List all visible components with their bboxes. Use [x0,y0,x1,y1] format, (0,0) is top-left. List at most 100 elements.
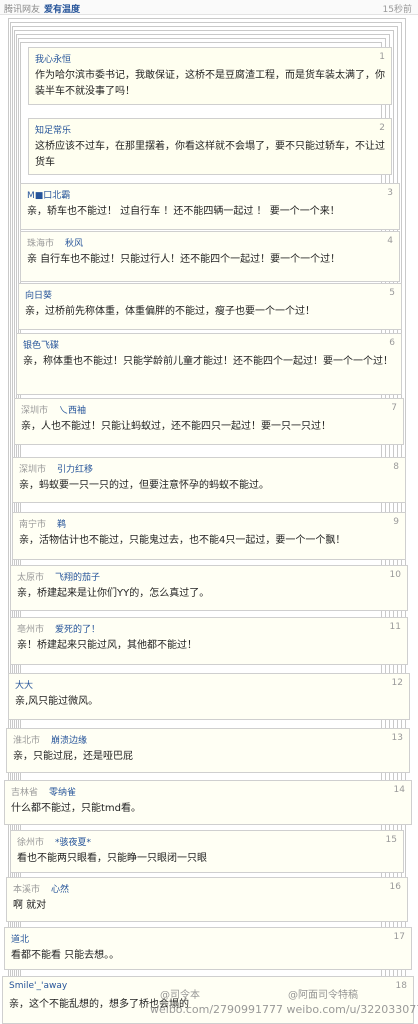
comment-card: 我心永恒 1 作为哈尔滨市委书记，我敢保证，这桥不是豆腐渣工程，而是货车装太满了，你… [28,47,392,105]
comment-username-link[interactable]: 心然 [51,882,69,895]
nested-comment-thread: 我心永恒 1 作为哈尔滨市委书记，我敢保证，这桥不是豆腐渣工程，而是货车装太满了，你… [0,0,418,1024]
comment-username-link[interactable]: 飞翔的茄子 [55,570,100,583]
comment-location: 本溪市 [13,885,41,895]
watermark-url: weibo.com/2790991777 weibo.com/u/3220330… [150,1003,418,1016]
comment-header: 珠海市 秋风 4 [21,232,399,250]
comment-username-link[interactable]: 零纳雀 [49,785,76,798]
comment-username-link[interactable]: 引力红移 [57,462,93,475]
comment-username-link[interactable]: 鹈 [57,517,66,530]
comment-text: 看都不能看 只能去想。。 [11,950,120,961]
comment-location: 淮北市 [13,736,41,746]
comment-username-link[interactable]: M■口北霸 [27,188,70,201]
comment-text: 亲，蚂蚁要一只一只的过，但要注意怀孕的蚂蚁不能过。 [19,480,269,491]
comment-header: 向日葵 5 [19,284,401,302]
floor-number: 18 [395,981,407,991]
comment-header: 知足常乐 2 [29,119,391,137]
comment-text: 亲！桥建起来只能过风，其他都不能过！ [17,640,197,651]
comment-text: 什么都不能过，只能tmd看。 [11,803,142,814]
comment-text: 亲，轿车也不能过！ 过自行车 ！还不能四辆一起过 ！ 要一个一个来！ [27,206,340,217]
comment-location: 亳州市 [17,625,45,635]
comment-username-link[interactable]: 崩溃边缘 [51,733,87,746]
comment-location: 南宁市 [19,520,47,530]
comment-header: 我心永恒 1 [29,48,391,66]
floor-number: 10 [389,570,401,580]
comment-header: 太原市 飞翔的茄子 10 [11,566,407,584]
floor-number: 14 [393,785,405,795]
comment-location: 珠海市 [27,239,55,249]
comment-location: 深圳市 [21,406,49,416]
comment-text: 看也不能两只眼看，只能睁一只眼闭一只眼 [17,853,207,864]
watermark-right: @阿面司令特稿 [288,990,358,1001]
comment-header: 亳州市 爱死的了！ 11 [11,618,407,636]
comment-username-link[interactable]: 道北 [11,932,29,945]
floor-number: 7 [391,403,397,413]
comment-text: 作为哈尔滨市委书记，我敢保证，这桥不是豆腐渣工程，而是货车装太满了，你装半车不就… [35,70,385,97]
floor-number: 1 [379,52,385,62]
comment-card: 银色飞碟 6 亲，称体重也不能过！只能学龄前儿童才能过！还不能四个一起过！要一个一个… [16,333,402,395]
comment-header: 道北 17 [5,928,411,946]
comment-username-link[interactable]: Smile'_'away [9,981,67,991]
comment-username-link[interactable]: 向日葵 [25,288,52,301]
comment-username-link[interactable]: 知足常乐 [35,123,71,136]
comment-card: 深圳市 乀西袖 7 亲，人也不能过！只能让蚂蚁过，还不能四只一起过！要一只一只过！ [14,398,404,445]
comment-header: 本溪市 心然 16 [7,878,407,896]
comment-text: 亲，过桥前先称体重，体重偏胖的不能过，瘦子也要一个一个过！ [25,306,315,317]
comment-card: 本溪市 心然 16 啊 就对 [6,877,408,922]
comment-header: 大大 12 [9,674,409,692]
comment-location: 深圳市 [19,465,47,475]
comment-location: 太原市 [17,573,45,583]
floor-number: 9 [393,517,399,527]
comment-card: 亳州市 爱死的了！ 11 亲！桥建起来只能过风，其他都不能过！ [10,617,408,665]
floor-number: 3 [387,188,393,198]
comment-card: 向日葵 5 亲，过桥前先称体重，体重偏胖的不能过，瘦子也要一个一个过！ [18,283,402,330]
floor-number: 13 [391,733,403,743]
comment-text: 亲，人也不能过！只能让蚂蚁过，还不能四只一起过！要一只一只过！ [21,421,331,432]
floor-number: 5 [389,288,395,298]
comment-text: 啊 就对 [13,900,47,911]
comment-username-link[interactable]: 乀西袖 [59,403,86,416]
comment-card: 大大 12 亲,风只能过微风。 [8,673,410,720]
floor-number: 17 [393,932,405,942]
comment-text: 亲，称体重也不能过！只能学龄前儿童才能过！还不能四个一起过！要一个一个过！ [23,356,393,367]
comment-text: 亲，活物估计也不能过，只能鬼过去，也不能4只一起过，要一个一个飘！ [19,535,346,546]
comment-header: 南宁市鹈 9 [13,513,405,531]
floor-number: 6 [389,338,395,348]
comment-card: M■口北霸 3 亲，轿车也不能过！ 过自行车 ！还不能四辆一起过 ！ 要一个一个来！ [20,183,400,230]
comment-username-link[interactable]: 大大 [15,678,33,691]
comment-username-link[interactable]: 我心永恒 [35,52,71,65]
comment-card: 吉林省 零纳雀 14 什么都不能过，只能tmd看。 [4,780,412,825]
comment-header: 银色飞碟 6 [17,334,401,352]
comment-text: 这桥应该不过车，在那里摆着，你看这样就不会塌了，要不只能过轿车，不让过货车 [35,141,385,168]
comment-card: 徐州市 *骇夜夏* 15 看也不能两只眼看，只能睁一只眼闭一只眼 [10,830,404,873]
watermark-left: @司令本 [160,990,200,1001]
floor-number: 11 [389,622,401,632]
comment-card: 知足常乐 2 这桥应该不过车，在那里摆着，你看这样就不会塌了，要不只能过轿车，不让过… [28,118,392,175]
comment-location: 徐州市 [17,838,45,848]
comment-card: 道北 17 看都不能看 只能去想。。 [4,927,412,970]
comment-header: 深圳市 引力红移 8 [13,458,405,476]
comment-header: M■口北霸 3 [21,184,399,202]
comment-card: 深圳市 引力红移 8 亲，蚂蚁要一只一只的过，但要注意怀孕的蚂蚁不能过。 [12,457,406,503]
comment-header: 淮北市 崩溃边缘 13 [7,729,409,747]
comment-username-link[interactable]: 秋风 [65,236,83,249]
comment-card: 淮北市 崩溃边缘 13 亲，只能过屁，还是哑巴屁 [6,728,410,773]
comment-card: 太原市 飞翔的茄子 10 亲，桥建起来是让你们YY的，怎么真过了。 [10,565,408,611]
comment-username-link[interactable]: 银色飞碟 [23,338,59,351]
floor-number: 2 [379,123,385,133]
comment-header: 徐州市 *骇夜夏* 15 [11,831,403,849]
comment-card: 南宁市鹈 9 亲，活物估计也不能过，只能鬼过去，也不能4只一起过，要一个一个飘！ [12,512,406,560]
comment-header: 深圳市 乀西袖 7 [15,399,403,417]
comment-location: 吉林省 [11,788,39,798]
floor-number: 8 [393,462,399,472]
comment-text: 亲，只能过屁，还是哑巴屁 [13,751,133,762]
comment-text: 亲,风只能过微风。 [15,696,99,707]
comment-text: 亲，桥建起来是让你们YY的，怎么真过了。 [17,588,210,599]
comment-header: 吉林省 零纳雀 14 [5,781,411,799]
comment-username-link[interactable]: 爱死的了！ [55,622,100,635]
floor-number: 4 [387,236,393,246]
floor-number: 15 [385,835,397,845]
floor-number: 12 [391,678,403,688]
comment-text: 亲 自行车也不能过！只能过行人！还不能四个一起过！要一个一个过！ [27,254,341,265]
floor-number: 16 [389,882,401,892]
comment-username-link[interactable]: *骇夜夏* [55,835,91,848]
